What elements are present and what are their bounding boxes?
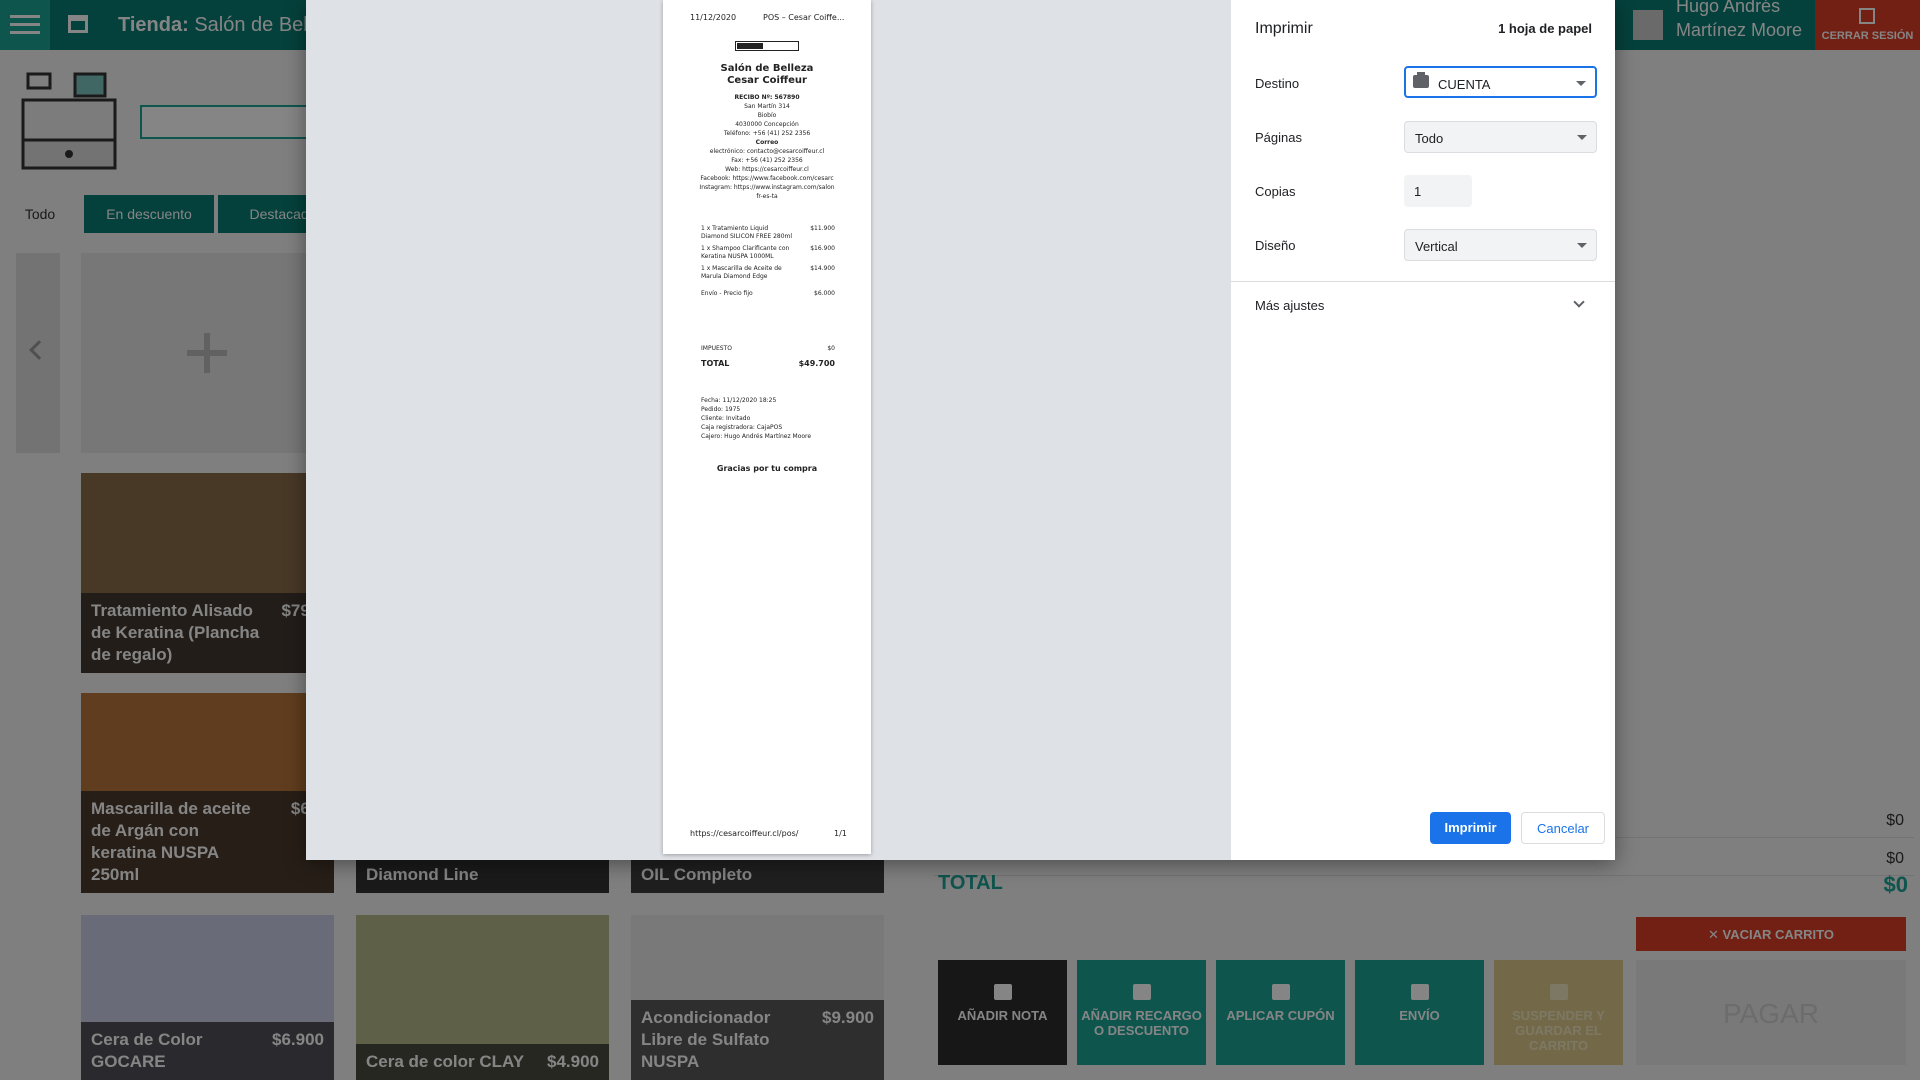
- print-dialog: 11/12/2020 POS – Cesar Coiffe... Salón d…: [306, 0, 1615, 860]
- receipt-item: 1 x Tratamiento Liquid Diamond SILICON F…: [701, 225, 835, 240]
- sheet-count: 1 hoja de papel: [1498, 21, 1592, 36]
- print-preview: 11/12/2020 POS – Cesar Coiffe... Salón d…: [306, 0, 1231, 860]
- receipt-item: Envío - Precio fijo $6.000: [701, 290, 835, 297]
- print-settings-panel: Imprimir 1 hoja de papel Destino CUENTA …: [1231, 0, 1615, 860]
- receipt-page: 11/12/2020 POS – Cesar Coiffe... Salón d…: [663, 0, 871, 854]
- layout-label: Diseño: [1255, 238, 1296, 253]
- receipt-item: 1 x Mascarilla de Aceite de Marula Diamo…: [701, 265, 835, 280]
- receipt-header-date: 11/12/2020: [690, 13, 737, 22]
- copies-label: Copias: [1255, 184, 1296, 199]
- more-settings-toggle[interactable]: Más ajustes: [1255, 298, 1324, 313]
- destination-label: Destino: [1255, 76, 1300, 91]
- dropdown-arrow-icon: [1577, 135, 1587, 140]
- layout-select[interactable]: Vertical: [1404, 229, 1597, 261]
- divider: [1231, 281, 1615, 282]
- pages-select[interactable]: Todo: [1404, 121, 1597, 153]
- print-dialog-title: Imprimir: [1255, 20, 1313, 37]
- receipt-footer-url: https://cesarcoiffeur.cl/pos/: [690, 829, 799, 838]
- receipt-total: TOTAL $49.700: [701, 359, 835, 368]
- dropdown-arrow-icon: [1576, 81, 1586, 86]
- cancel-button[interactable]: Cancelar: [1521, 812, 1605, 844]
- dropdown-arrow-icon: [1577, 243, 1587, 248]
- receipt-header-title: POS – Cesar Coiffe...: [763, 13, 845, 22]
- receipt-meta: Fecha: 11/12/2020 18:25 Pedido: 1975 Cli…: [701, 397, 812, 440]
- pages-label: Páginas: [1255, 130, 1302, 145]
- receipt-footer-page: 1/1: [834, 829, 847, 838]
- print-button[interactable]: Imprimir: [1430, 812, 1511, 844]
- shop-logo: [735, 41, 799, 51]
- receipt-shop-name: Salón de Belleza Cesar Coiffeur: [720, 63, 814, 86]
- receipt-thanks: Gracias por tu compra: [716, 464, 818, 473]
- destination-select[interactable]: CUENTA: [1404, 66, 1597, 98]
- chevron-down-icon[interactable]: [1573, 296, 1585, 308]
- receipt-item: 1 x Shampoo Clarificante con Keratina NU…: [701, 245, 835, 260]
- receipt-tax: IMPUESTO $0: [701, 345, 835, 352]
- receipt-address: RECIBO Nº: 567890 San Martín 314 Biobío …: [699, 94, 835, 200]
- receipt-items: 1 x Tratamiento Liquid Diamond SILICON F…: [701, 225, 835, 303]
- printer-icon: [1413, 72, 1429, 88]
- copies-input[interactable]: 1: [1404, 175, 1472, 207]
